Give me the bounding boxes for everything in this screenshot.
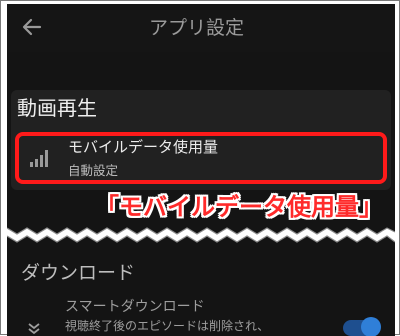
torn-edge-divider — [7, 227, 395, 243]
screenshot-frame: アプリ設定 動画再生 モバイルデータ使用量 自動設定 ダウンロード スマートダウ… — [0, 0, 400, 336]
app-settings-screen: アプリ設定 動画再生 モバイルデータ使用量 自動設定 ダウンロード スマートダウ… — [7, 4, 395, 336]
smart-download-description: 視聴終了後のエピソードは削除され、 — [65, 319, 270, 333]
smart-download-toggle[interactable] — [343, 317, 381, 336]
callout-label: 「モバイルデータ使用量」 — [95, 193, 383, 221]
toggle-knob — [361, 317, 381, 336]
chevron-down-double-icon — [28, 323, 40, 335]
download-section-title: ダウンロード — [21, 262, 136, 284]
smart-download-row[interactable]: スマートダウンロード 視聴終了後のエピソードは削除され、 — [7, 290, 395, 336]
arrow-left-icon — [22, 18, 42, 36]
playback-section-title: 動画再生 — [17, 96, 97, 120]
page-title: アプリ設定 — [149, 17, 245, 39]
back-button[interactable] — [17, 12, 47, 42]
highlight-annotation-box — [15, 132, 387, 184]
top-bar: アプリ設定 — [7, 4, 395, 52]
smart-download-label: スマートダウンロード — [65, 299, 205, 315]
